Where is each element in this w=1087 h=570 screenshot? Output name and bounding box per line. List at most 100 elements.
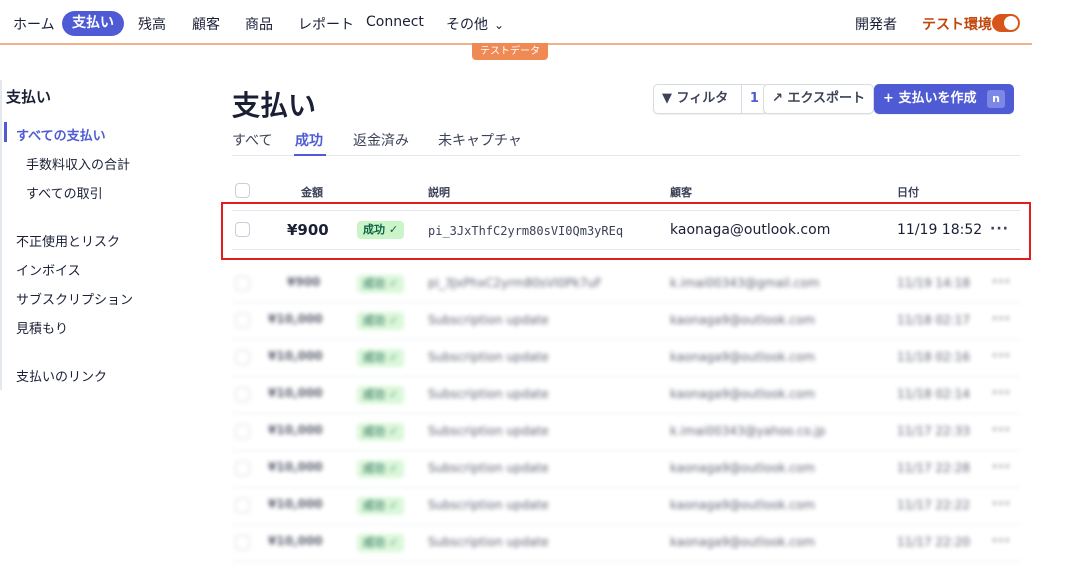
- nav-more[interactable]: その他 ⌄: [446, 14, 504, 34]
- blurred-row-description: Subscription update: [428, 424, 549, 438]
- blurred-row-customer: kaonaga9@outlook.com: [670, 387, 816, 401]
- blurred-row-divider: [232, 339, 1020, 340]
- test-mode-toggle[interactable]: [992, 14, 1020, 32]
- header-customer[interactable]: 顧客: [670, 184, 692, 200]
- blurred-row-divider: [232, 561, 1020, 562]
- blurred-status-badge: 成功 ✓: [357, 497, 405, 515]
- tab-refunded[interactable]: 返金済み: [353, 130, 409, 150]
- nav-more-label: その他: [446, 17, 488, 33]
- blurred-rows: ¥900 成功 ✓ pi_3JxPhxC2yrm80sVI0Pk7uF k.imai0…: [0, 255, 1087, 570]
- highlight-box: [221, 202, 1031, 260]
- blurred-status-badge: 成功 ✓: [357, 312, 405, 330]
- blurred-row-more-icon: ···: [992, 385, 1011, 401]
- header-date[interactable]: 日付: [897, 184, 919, 200]
- blurred-row-checkbox: [235, 424, 250, 439]
- blurred-status-badge: 成功 ✓: [357, 460, 405, 478]
- header-description[interactable]: 説明: [428, 184, 450, 200]
- nav-payments[interactable]: 支払い: [62, 11, 124, 36]
- blurred-row-customer: kaonaga9@outlook.com: [670, 313, 816, 327]
- tab-active-underline: [294, 154, 326, 156]
- blurred-row-customer: kaonaga9@outlook.com: [670, 498, 816, 512]
- nav-home[interactable]: ホーム: [13, 14, 55, 34]
- blurred-row-more-icon: ···: [992, 459, 1011, 475]
- blurred-row-customer: k.imai00343@yahoo.co.jp: [670, 424, 826, 438]
- blurred-row-checkbox: [235, 535, 250, 550]
- sidebar-title: 支払い: [6, 88, 52, 106]
- blurred-status-badge: 成功 ✓: [357, 275, 405, 293]
- developers-link[interactable]: 開発者: [855, 14, 897, 34]
- tab-uncaptured[interactable]: 未キャプチャ: [438, 130, 522, 150]
- export-label: エクスポート: [787, 91, 866, 106]
- blurred-row-checkbox: [235, 276, 250, 291]
- sidebar-active-indicator: [4, 122, 7, 142]
- filter-icon: ▼: [662, 91, 672, 106]
- header-amount[interactable]: 金額: [301, 184, 323, 200]
- blurred-row-checkbox: [235, 498, 250, 513]
- blurred-row-amount: ¥10,000: [268, 349, 323, 363]
- blurred-row-amount: ¥10,000: [268, 423, 323, 437]
- test-data-badge: テストデータ: [472, 43, 548, 60]
- select-all-checkbox[interactable]: [235, 183, 250, 198]
- blurred-row-customer: kaonaga9@outlook.com: [670, 535, 816, 549]
- create-payment-label: 支払いを作成: [898, 91, 977, 106]
- test-mode-label: テスト環境: [922, 17, 992, 33]
- chevron-down-icon: ⌄: [494, 18, 505, 32]
- blurred-row-checkbox: [235, 461, 250, 476]
- blurred-row-more-icon: ···: [992, 422, 1011, 438]
- blurred-row-description: Subscription update: [428, 535, 549, 549]
- blurred-row-date: 11/17 22:20: [897, 535, 970, 549]
- blurred-row-more-icon: ···: [992, 274, 1011, 290]
- blurred-row-checkbox: [235, 350, 250, 365]
- blurred-row-description: pi_3JxPhxC2yrm80sVI0Pk7uF: [428, 276, 602, 290]
- blurred-status-badge: 成功 ✓: [357, 534, 405, 552]
- nav-connect[interactable]: Connect: [366, 14, 424, 30]
- sidebar-item-all-transactions[interactable]: すべての取引: [26, 183, 103, 202]
- filter-button[interactable]: ▼ フィルタ 1: [653, 84, 768, 114]
- filter-label: フィルタ: [676, 91, 729, 106]
- blurred-row-date: 11/18 02:14: [897, 387, 970, 401]
- plus-icon: +: [883, 91, 894, 106]
- blurred-row-amount: ¥10,000: [268, 386, 323, 400]
- blurred-status-badge: 成功 ✓: [357, 423, 405, 441]
- nav-customers[interactable]: 顧客: [192, 14, 220, 34]
- blurred-status-badge: 成功 ✓: [357, 386, 405, 404]
- blurred-row-description: Subscription update: [428, 498, 549, 512]
- blurred-row-amount: ¥10,000: [268, 534, 323, 548]
- top-nav: ホーム 支払い 残高 顧客 商品 レポート Connect その他 ⌄ 開発者 テ…: [0, 0, 1032, 45]
- blurred-row-more-icon: ···: [992, 311, 1011, 327]
- blurred-row-amount: ¥10,000: [268, 497, 323, 511]
- tab-all[interactable]: すべて: [232, 130, 272, 150]
- blurred-row-description: Subscription update: [428, 387, 549, 401]
- create-payment-button[interactable]: + 支払いを作成 n: [874, 84, 1014, 114]
- nav-reports[interactable]: レポート: [298, 14, 354, 34]
- blurred-row-divider: [232, 524, 1020, 525]
- blurred-row-more-icon: ···: [992, 496, 1011, 512]
- blurred-row-divider: [232, 302, 1020, 303]
- nav-products[interactable]: 商品: [245, 14, 273, 34]
- blurred-row-date: 11/18 02:17: [897, 313, 970, 327]
- status-tabs: すべて 成功 返金済み 未キャプチャ: [232, 128, 1020, 156]
- sidebar-item-all-payments[interactable]: すべての支払い: [16, 125, 106, 144]
- nav-balances[interactable]: 残高: [138, 14, 166, 34]
- blurred-row-divider: [232, 450, 1020, 451]
- blurred-row-divider: [232, 413, 1020, 414]
- blurred-row-amount: ¥900: [287, 275, 321, 289]
- sidebar-item-fraud-risk[interactable]: 不正使用とリスク: [16, 231, 120, 250]
- blurred-row-divider: [232, 376, 1020, 377]
- blurred-row-checkbox: [235, 387, 250, 402]
- export-arrow-icon: ↗: [772, 91, 783, 106]
- filter-count: 1: [740, 85, 759, 113]
- blurred-row-date: 11/18 02:16: [897, 350, 970, 364]
- blurred-row-more-icon: ···: [992, 533, 1011, 549]
- blurred-row-customer: kaonaga9@outlook.com: [670, 350, 816, 364]
- page-title: 支払い: [232, 89, 317, 122]
- export-button[interactable]: ↗ エクスポート: [763, 84, 875, 114]
- blurred-row-customer: k.imai00343@gmail.com: [670, 276, 820, 290]
- blurred-row-amount: ¥10,000: [268, 312, 323, 326]
- blurred-row-date: 11/17 22:22: [897, 498, 970, 512]
- blurred-row-checkbox: [235, 313, 250, 328]
- sidebar-item-fee-income[interactable]: 手数料収入の合計: [26, 154, 130, 173]
- blurred-status-badge: 成功 ✓: [357, 349, 405, 367]
- blurred-row-description: Subscription update: [428, 461, 549, 475]
- tab-succeeded[interactable]: 成功: [295, 130, 323, 150]
